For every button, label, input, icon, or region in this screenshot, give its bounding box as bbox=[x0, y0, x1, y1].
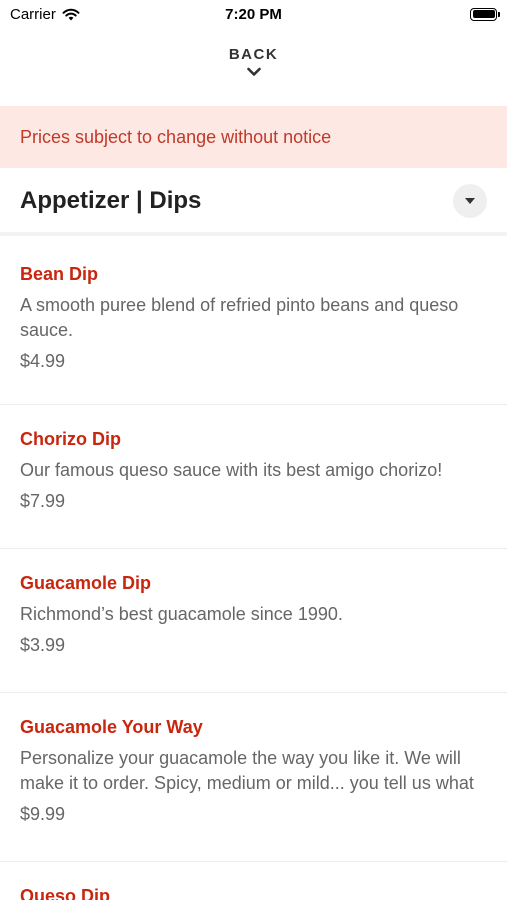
battery-icon bbox=[470, 7, 500, 21]
item-name: Bean Dip bbox=[20, 264, 99, 284]
item-name: Queso Dip bbox=[20, 886, 111, 900]
menu-item[interactable]: Guacamole Dip Richmond’s best guacamole … bbox=[0, 549, 507, 693]
menu-item-list: Bean Dip A smooth puree blend of refried… bbox=[0, 240, 507, 900]
item-price: $9.99 bbox=[20, 804, 66, 824]
back-button[interactable]: BACK bbox=[0, 46, 507, 78]
item-description: Personalize your guacamole the way you l… bbox=[20, 748, 474, 793]
category-header[interactable]: Appetizer | Dips bbox=[0, 170, 507, 236]
status-bar: Carrier 7:20 PM bbox=[0, 0, 507, 28]
item-description: Richmond’s best guacamole since 1990. bbox=[20, 604, 343, 624]
item-name: Guacamole Your Way bbox=[20, 717, 203, 737]
back-label: BACK bbox=[228, 46, 279, 63]
notice-text: Prices subject to change without notice bbox=[20, 126, 332, 147]
item-name: Guacamole Dip bbox=[20, 573, 152, 593]
item-description: Our famous queso sauce with its best ami… bbox=[20, 460, 443, 480]
menu-item[interactable]: Guacamole Your Way Personalize your guac… bbox=[0, 693, 507, 862]
status-time: 7:20 PM bbox=[225, 5, 282, 23]
item-name: Chorizo Dip bbox=[20, 429, 121, 449]
chevron-down-icon bbox=[246, 67, 261, 76]
item-description: A smooth puree blend of refried pinto be… bbox=[20, 295, 459, 340]
item-price: $3.99 bbox=[20, 635, 66, 655]
price-notice-banner: Prices subject to change without notice bbox=[0, 106, 507, 168]
menu-item[interactable]: Chorizo Dip Our famous queso sauce with … bbox=[0, 405, 507, 549]
menu-screen: Carrier 7:20 PM BACK Prices subject to c… bbox=[0, 0, 507, 900]
item-price: $7.99 bbox=[20, 491, 66, 511]
battery-level bbox=[472, 10, 495, 18]
category-title: Appetizer | Dips bbox=[20, 187, 202, 214]
chevron-down-icon bbox=[465, 197, 475, 204]
category-toggle-button[interactable] bbox=[453, 184, 487, 218]
menu-item[interactable]: Queso Dip bbox=[0, 862, 507, 900]
item-price: $4.99 bbox=[20, 351, 66, 371]
menu-item[interactable]: Bean Dip A smooth puree blend of refried… bbox=[0, 240, 507, 405]
